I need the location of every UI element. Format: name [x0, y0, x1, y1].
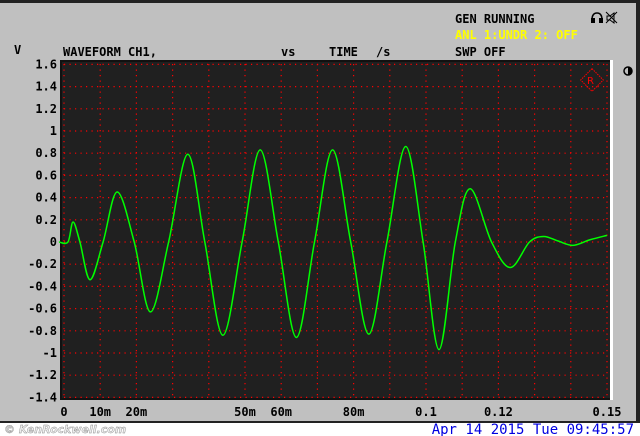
x-tick-label: 50m — [234, 405, 256, 419]
analyzer-status: ANL 1:UNDR 2: OFF — [455, 28, 578, 42]
x-tick-label: 60m — [270, 405, 292, 419]
y-tick-label: 0.8 — [35, 146, 57, 160]
y-tick-label: -1 — [43, 346, 57, 360]
x-tick-label: 0.1 — [415, 405, 437, 419]
x-axis-labels: 0 10m 20m 50m 60m 80m 0.1 0.12 0.15 — [60, 405, 621, 419]
x-tick-label: 10m — [89, 405, 111, 419]
y-tick-label: 0 — [50, 235, 57, 249]
x-tick-label: 80m — [343, 405, 365, 419]
y-tick-label: -0.6 — [28, 302, 57, 316]
x-unit-label: /s — [376, 45, 390, 59]
right-border — [636, 0, 640, 424]
y-tick-label: 1.6 — [35, 57, 57, 71]
headphone-icon[interactable] — [591, 12, 603, 23]
sweep-status: SWP OFF — [455, 45, 506, 59]
y-tick-label: 0.6 — [35, 168, 57, 182]
y-tick-label: 0.2 — [35, 213, 57, 227]
watermark: © KenRockwell.com — [4, 423, 126, 436]
datetime: Apr 14 2015 Tue 09:45:57 — [432, 422, 634, 436]
waveform-display: GEN RUNNING ANL 1:UNDR 2: OFF SWP OFF V … — [0, 0, 640, 436]
y-tick-label: 1 — [50, 124, 57, 138]
display-mode-icon[interactable] — [623, 66, 633, 76]
analyzer-screen: GEN RUNNING ANL 1:UNDR 2: OFF SWP OFF V … — [0, 0, 640, 436]
vs-label: vs — [281, 45, 295, 59]
y-unit-label: V — [14, 43, 21, 57]
x-name-label: TIME — [329, 45, 358, 59]
plot-area[interactable] — [62, 62, 610, 398]
x-tick-label: 0.15 — [593, 405, 622, 419]
svg-text:R: R — [587, 76, 594, 87]
y-axis-labels: 1.6 1.4 1.2 1 0.8 0.6 0.4 0.2 0 -0.2 -0.4 -0.6 -0.8 -… — [28, 57, 57, 404]
y-tick-label: 1.2 — [35, 102, 57, 116]
y-tick-label: -0.8 — [28, 324, 57, 338]
y-tick-label: -0.4 — [28, 279, 57, 293]
waveform-title: WAVEFORM CH1, — [63, 45, 157, 59]
y-tick-label: -1.4 — [28, 390, 57, 404]
x-tick-label: 20m — [126, 405, 148, 419]
y-tick-label: -0.2 — [28, 257, 57, 271]
gen-status: GEN RUNNING — [455, 12, 534, 26]
x-tick-label: 0 — [60, 405, 67, 419]
y-tick-label: 1.4 — [35, 80, 57, 94]
plot-frame-highlight — [610, 60, 613, 400]
y-tick-label: 0.4 — [35, 191, 57, 205]
x-tick-label: 0.12 — [484, 405, 513, 419]
y-tick-label: -1.2 — [28, 368, 57, 382]
top-border — [0, 0, 640, 3]
speaker-muted-icon[interactable] — [605, 11, 618, 24]
